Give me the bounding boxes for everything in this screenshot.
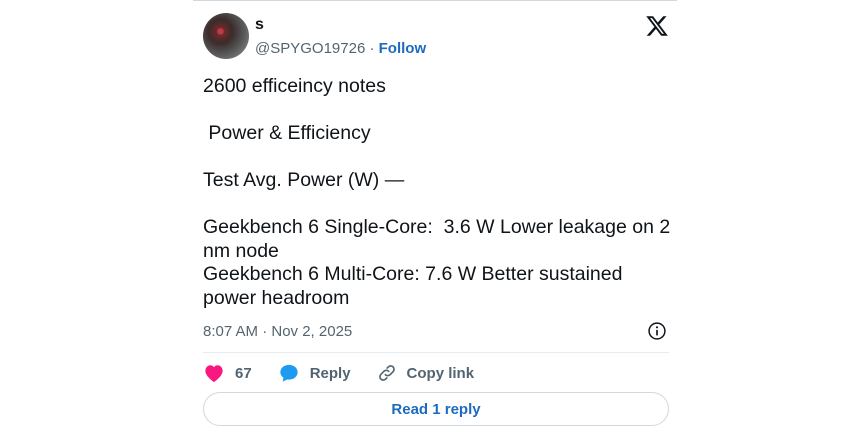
copy-link-label: Copy link	[406, 364, 475, 382]
author-handle[interactable]: @SPYGO19726	[255, 40, 365, 57]
tweet-line: Power & Efficiency	[203, 122, 371, 144]
tweet-line: Geekbench 6 Multi-Core: 7.6 W Better sus…	[203, 263, 623, 309]
info-icon[interactable]	[647, 321, 667, 341]
tweet-line: 2600 efficeincy notes	[203, 75, 386, 97]
tweet-timestamp[interactable]: 8:07 AM · Nov 2, 2025	[203, 323, 352, 340]
heart-icon	[205, 365, 223, 383]
x-logo-icon[interactable]	[645, 14, 669, 38]
copy-link-button[interactable]: Copy link	[377, 363, 475, 383]
follow-button[interactable]: Follow	[379, 40, 427, 57]
tweet-card: s @SPYGO19726 · Follow 2600 efficeincy n…	[193, 0, 677, 432]
author-handle-row: @SPYGO19726 · Follow	[255, 40, 426, 58]
handle-separator: ·	[365, 40, 379, 57]
author-name[interactable]: s	[255, 16, 264, 34]
tweet-line: Geekbench 6 Single-Core: 3.6 W Lower lea…	[203, 216, 676, 262]
link-icon	[378, 365, 395, 381]
card-top-border	[193, 0, 677, 1]
like-count: 67	[235, 364, 252, 382]
reply-button[interactable]: Reply	[278, 363, 351, 383]
tweet-text: 2600 efficeincy notes Power & Efficiency…	[203, 75, 673, 310]
like-button[interactable]: 67	[203, 363, 252, 383]
reply-label: Reply	[309, 364, 351, 382]
divider	[203, 352, 669, 353]
tweet-line	[203, 146, 673, 170]
avatar[interactable]	[203, 13, 249, 59]
read-replies-button[interactable]: Read 1 reply	[203, 392, 669, 426]
reply-bubble-icon	[280, 364, 298, 382]
action-bar: 67 Reply Copy link	[203, 362, 500, 384]
tweet-line	[203, 99, 673, 123]
tweet-line: Test Avg. Power (W) —	[203, 169, 405, 191]
tweet-line	[203, 193, 673, 217]
